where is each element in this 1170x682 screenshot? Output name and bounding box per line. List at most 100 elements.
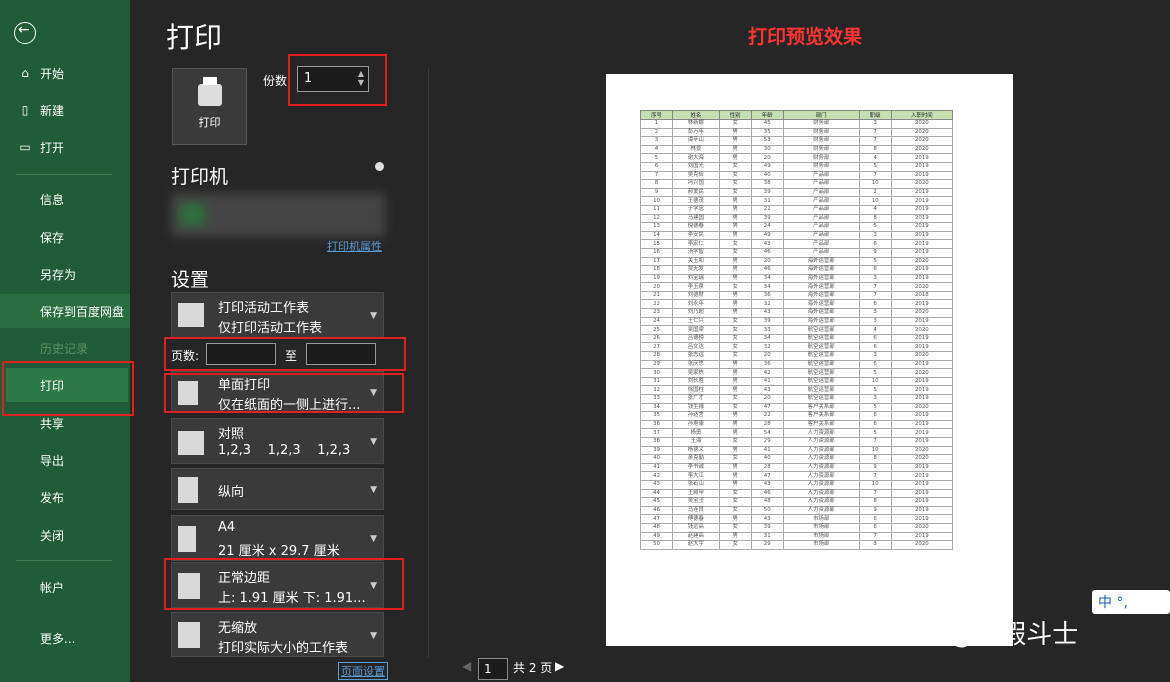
table-cell: 男 (718, 368, 752, 378)
sidebar-item-account[interactable]: 帐户 (0, 570, 130, 604)
table-cell: 张庆思 (672, 359, 720, 370)
table-cell: 市场部 (782, 514, 860, 524)
sidebar-item-export[interactable]: 导出 (0, 443, 130, 477)
table-cell: 7 (858, 136, 892, 146)
sidebar-item-new[interactable]: ▯ 新建 (0, 93, 130, 127)
table-cell: 2020 (890, 179, 954, 189)
table-cell: 5 (858, 385, 892, 395)
sidebar-item-share[interactable]: 共享 (0, 406, 130, 440)
printer-properties-link[interactable]: 打印机属性 (327, 238, 382, 254)
table-cell: 10 (858, 479, 892, 490)
orientation-dropdown[interactable]: 纵向 ▼ (171, 468, 384, 510)
table-cell: 张志远 (672, 351, 720, 361)
table-cell: 6 (858, 333, 892, 344)
table-cell: 50 (639, 540, 674, 550)
sidebar-item-publish[interactable]: 发布 (0, 480, 130, 514)
table-cell: 男 (718, 144, 752, 155)
info-icon[interactable] (375, 162, 384, 171)
table-row: 23 刘乃超男 43 海外运营部 3 2020 (639, 308, 954, 318)
prev-page-icon[interactable]: ◀ (462, 659, 471, 673)
sidebar-item-save-as[interactable]: 另存为 (0, 257, 130, 291)
table-cell: 女 (718, 179, 752, 189)
printer-select[interactable] (171, 193, 385, 237)
table-cell: 22 (639, 299, 674, 310)
table-cell: 女 (718, 540, 752, 550)
back-arrow-icon[interactable] (14, 22, 36, 44)
table-cell: 彭万年 (672, 127, 720, 138)
current-page-input[interactable]: 1 (478, 658, 508, 680)
table-row: 39 杨德义男 41 人力资源部 10 2020 (639, 445, 954, 456)
table-cell: 人力资源部 (782, 471, 860, 481)
table-cell: 10 (858, 196, 892, 206)
sidebar-item-more[interactable]: 更多... (0, 621, 130, 655)
table-cell: 19 (639, 273, 674, 284)
table-cell: 49 (750, 230, 784, 241)
table-cell: 4 (858, 325, 892, 335)
table-row: 48 钱远高女 39 市场部 6 2020 (639, 522, 954, 533)
paper-size-dropdown[interactable]: A4 21 厘米 x 29.7 厘米 ▼ (171, 515, 384, 561)
table-cell: 32 (750, 299, 784, 310)
table-cell: 7 (858, 170, 892, 181)
table-cell: 2019 (890, 222, 954, 232)
next-page-icon[interactable]: ▶ (555, 659, 564, 673)
table-cell: 李书诚 (672, 462, 720, 473)
table-cell: 36 (750, 290, 784, 301)
sidebar-item-save[interactable]: 保存 (0, 220, 130, 254)
table-cell: 37 (639, 428, 674, 438)
table-cell: 2020 (890, 454, 954, 464)
sidebar-item-history[interactable]: 历史记录 (0, 331, 130, 365)
table-cell: 客户关系部 (782, 419, 860, 430)
table-row: 5 谢大海男 20 财务部 4 2019 (639, 153, 954, 163)
table-row: 14 李安民男 49 产品部 3 2019 (639, 230, 954, 241)
table-cell: 航空运营部 (782, 385, 860, 395)
table-cell: 49 (639, 531, 674, 542)
table-cell: 6 (858, 359, 892, 370)
paper-icon (178, 526, 196, 552)
table-cell: 39 (750, 213, 784, 224)
table-cell: 女 (718, 488, 752, 499)
table-cell: 刘国光 (672, 161, 720, 172)
table-cell: 6 (858, 419, 892, 430)
table-cell: 男 (718, 385, 752, 395)
table-cell: 3 (858, 230, 892, 241)
table-cell: 3 (639, 136, 674, 146)
table-cell: 冯兴国 (672, 179, 720, 189)
table-cell: 2020 (890, 522, 954, 533)
table-cell: 海外运营部 (782, 273, 860, 284)
scaling-dropdown[interactable]: 无缩放 打印实际大小的工作表 ▼ (171, 612, 384, 657)
table-cell: 46 (750, 247, 784, 258)
sidebar-divider (16, 174, 112, 175)
table-cell: 航空运营部 (782, 394, 860, 404)
table-cell: 林新娜 (672, 119, 720, 129)
table-cell: 徐国柱 (672, 385, 720, 395)
sidebar-item-info[interactable]: 信息 (0, 182, 130, 216)
table-cell: 6 (858, 299, 892, 310)
table-cell: 吕文达 (672, 342, 720, 353)
table-cell: 刘德财 (672, 290, 720, 301)
ime-toolbar[interactable]: 中 °, (1092, 590, 1170, 614)
table-cell: 8 (639, 179, 674, 189)
table-cell: 人力资源部 (782, 454, 860, 464)
page-setup-link[interactable]: 页面设置 (338, 662, 388, 680)
print-what-dropdown[interactable]: 打印活动工作表 仅打印活动工作表 ▼ (171, 292, 384, 338)
collate-dropdown[interactable]: 对照 1,2,3 1,2,3 1,2,3 ▼ (171, 418, 384, 464)
table-cell: 43 (750, 308, 784, 318)
sidebar-item-home[interactable]: ⌂ 开始 (0, 56, 130, 90)
sidebar-item-close[interactable]: 关闭 (0, 518, 130, 552)
sidebar-item-open[interactable]: ▭ 打开 (0, 130, 130, 164)
print-button[interactable]: 打印 (172, 68, 247, 145)
table-cell: 18 (639, 265, 674, 275)
table-row: 31 刘长胜男 41 航空运营部 10 2019 (639, 376, 954, 387)
table-cell: 女 (718, 505, 752, 516)
table-cell: 海外运营部 (782, 308, 860, 318)
table-cell: 航空运营部 (782, 325, 860, 335)
table-cell: 王德茂 (672, 196, 720, 206)
table-header-cell: 性别 (718, 110, 752, 120)
table-cell: 54 (750, 428, 784, 438)
table-row: 18 贾无发男 46 海外运营部 6 2019 (639, 265, 954, 275)
table-cell: 女 (718, 170, 752, 181)
table-cell: 女 (718, 161, 752, 172)
table-cell: 航空运营部 (782, 351, 860, 361)
sidebar-item-baidu[interactable]: 保存到百度网盘 (0, 294, 130, 328)
table-cell: 女 (718, 325, 752, 335)
